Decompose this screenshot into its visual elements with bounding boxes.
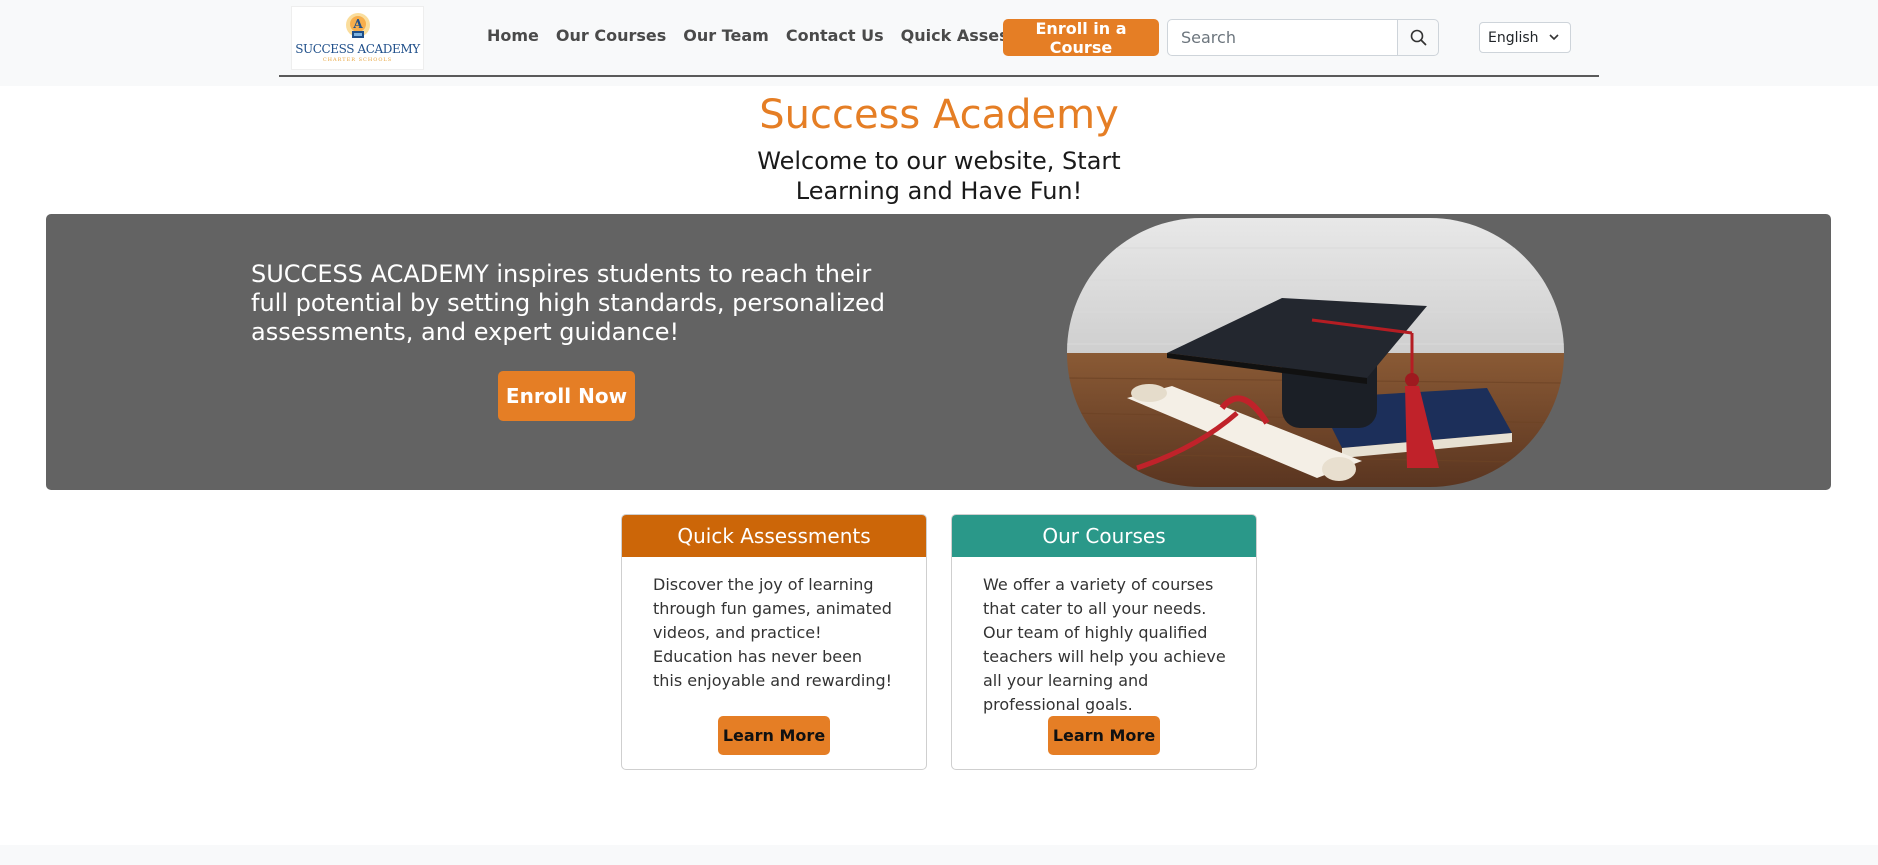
search-icon	[1410, 29, 1426, 46]
nav-contact-us[interactable]: Contact Us	[786, 26, 884, 45]
search-button[interactable]	[1397, 19, 1439, 56]
site-logo[interactable]: A SUCCESS ACADEMY CHARTER SCHOOLS	[291, 6, 424, 70]
card-text: Discover the joy of learning through fun…	[653, 575, 893, 690]
learn-more-button[interactable]: Learn More	[718, 716, 830, 755]
nav-our-courses[interactable]: Our Courses	[556, 26, 666, 45]
enroll-now-button[interactable]: Enroll Now	[498, 371, 635, 421]
our-courses-card: Our Courses We offer a variety of course…	[951, 514, 1257, 770]
search-form	[1167, 19, 1439, 56]
logo-subtitle: CHARTER SCHOOLS	[322, 57, 393, 63]
svg-text:A: A	[352, 17, 363, 31]
enroll-course-button[interactable]: Enroll in a Course	[1003, 19, 1159, 57]
footer-strip	[0, 845, 1878, 865]
card-text: We offer a variety of courses that cater…	[983, 575, 1226, 714]
search-input[interactable]	[1167, 19, 1397, 56]
hero-text: SUCCESS ACADEMY inspires students to rea…	[251, 260, 885, 346]
nav-home[interactable]: Home	[487, 26, 539, 45]
main-menu: Home Our Courses Our Team Contact Us Qui…	[487, 26, 1074, 45]
chevron-down-icon	[1549, 34, 1559, 41]
top-bar: A SUCCESS ACADEMY CHARTER SCHOOLS Home O…	[0, 0, 1878, 86]
academy-crest-icon: A	[345, 13, 370, 38]
quick-assessments-card: Quick Assessments Discover the joy of le…	[621, 514, 927, 770]
navbar: A SUCCESS ACADEMY CHARTER SCHOOLS Home O…	[279, 0, 1599, 77]
logo-name: SUCCESS ACADEMY	[295, 42, 420, 56]
page-title: Success Academy	[759, 92, 1119, 138]
learn-more-button[interactable]: Learn More	[1048, 716, 1160, 755]
graduation-image	[1067, 218, 1564, 487]
nav-our-team[interactable]: Our Team	[683, 26, 769, 45]
language-select[interactable]: English	[1479, 22, 1571, 53]
hero-banner: SUCCESS ACADEMY inspires students to rea…	[46, 214, 1831, 490]
welcome-text: Welcome to our website, Start Learning a…	[757, 147, 1121, 205]
card-title: Quick Assessments	[622, 515, 926, 557]
card-title: Our Courses	[952, 515, 1256, 557]
language-value: English	[1488, 29, 1539, 46]
